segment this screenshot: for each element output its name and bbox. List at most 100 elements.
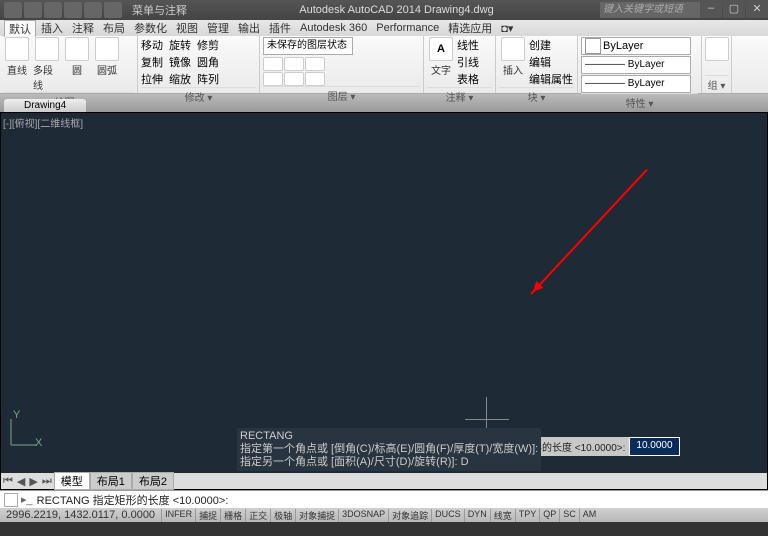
layer-tool-4[interactable] — [263, 72, 283, 86]
app-menu-button[interactable] — [4, 2, 22, 18]
prop-ltype-combo[interactable]: ———— ByLayer — [581, 75, 691, 93]
annot-linear[interactable]: 线性 — [457, 37, 479, 53]
cmdline-icon[interactable] — [4, 493, 18, 507]
tab-layout[interactable]: 布局 — [99, 20, 129, 36]
app-title: Autodesk AutoCAD 2014 Drawing4.dwg — [193, 4, 600, 16]
tab-output[interactable]: 输出 — [234, 20, 264, 36]
prop-color-combo[interactable]: ByLayer — [581, 37, 691, 55]
modify-array[interactable]: 阵列 — [197, 71, 219, 87]
modify-trim[interactable]: 修剪 — [197, 37, 219, 53]
panel-props-label: 特性 ▾ — [581, 93, 698, 110]
status-sc[interactable]: SC — [559, 509, 579, 522]
panel-block-label: 块 ▾ — [499, 87, 574, 104]
tab-view[interactable]: 视图 — [172, 20, 202, 36]
draw-line-button[interactable]: 直线 — [3, 37, 31, 77]
status-otrack[interactable]: 对象追踪 — [388, 509, 431, 522]
prop-lweight-combo[interactable]: ———— ByLayer — [581, 56, 691, 74]
layout-tabs: ⏮ ◀ ▶ ⏭ 模型 布局1 布局2 — [1, 473, 767, 489]
command-line[interactable]: ▸_ RECTANG 指定矩形的长度 <10.0000>: — [0, 490, 768, 508]
annot-leader[interactable]: 引线 — [457, 54, 479, 70]
qat-extra-label: 菜单与注释 — [126, 2, 193, 18]
status-3dosnap[interactable]: 3DOSNAP — [338, 509, 388, 522]
viewport-label[interactable]: [-][俯视][二维线框] — [3, 115, 83, 130]
layer-tool-3[interactable] — [305, 57, 325, 71]
help-search-input[interactable]: 键入关键字或短语 — [600, 2, 700, 18]
status-qp[interactable]: QP — [539, 509, 559, 522]
tab-plugins[interactable]: 插件 — [265, 20, 295, 36]
draw-circle-button[interactable]: 圆 — [63, 37, 91, 77]
layer-tools — [263, 57, 325, 86]
annot-table[interactable]: 表格 — [457, 71, 479, 87]
panel-annot-label: 注释 ▾ — [427, 87, 492, 104]
block-insert-button[interactable]: 插入 — [499, 37, 527, 77]
layer-state-combo[interactable]: 未保存的图层状态 — [263, 37, 353, 55]
minimize-button[interactable]: – — [700, 2, 722, 18]
tab-a360[interactable]: Autodesk 360 — [296, 22, 371, 34]
tab-default[interactable]: 默认 — [4, 20, 36, 37]
layout-nav-first[interactable]: ⏮ — [1, 475, 15, 488]
modify-move[interactable]: 移动 — [141, 37, 163, 53]
annot-text-button[interactable]: A文字 — [427, 37, 455, 77]
layer-tool-1[interactable] — [263, 57, 283, 71]
modify-stretch[interactable]: 拉伸 — [141, 71, 163, 87]
layout-nav-next[interactable]: ▶ — [27, 475, 39, 488]
command-line-text: RECTANG 指定矩形的长度 <10.0000>: — [37, 492, 229, 508]
drawing-canvas[interactable]: [-][俯视][二维线框] 指定矩形的长度 <10.0000>: 10.0000… — [0, 112, 768, 490]
layout-nav-prev[interactable]: ◀ — [15, 475, 27, 488]
qat-redo[interactable] — [104, 2, 122, 18]
status-infer[interactable]: INFER — [161, 509, 195, 522]
panel-group-label: 组 ▾ — [705, 75, 728, 92]
status-dyn[interactable]: DYN — [464, 509, 490, 522]
modify-rotate[interactable]: 旋转 — [169, 37, 191, 53]
block-create[interactable]: 创建 — [529, 37, 573, 53]
block-edit[interactable]: 编辑 — [529, 54, 573, 70]
group-button[interactable] — [705, 37, 729, 61]
maximize-button[interactable]: ▢ — [723, 2, 745, 18]
panel-modify-label: 修改 ▾ — [141, 87, 256, 104]
dynamic-input-value[interactable]: 10.0000 — [629, 437, 679, 456]
cmdline-prompt-icon: ▸_ — [21, 493, 33, 506]
layer-tool-6[interactable] — [305, 72, 325, 86]
status-ducs[interactable]: DUCS — [431, 509, 464, 522]
tab-insert[interactable]: 插入 — [37, 20, 67, 36]
modify-mirror[interactable]: 镜像 — [169, 54, 191, 70]
layout-model[interactable]: 模型 — [54, 472, 90, 490]
ribbon: 直线 多段线 圆 圆弧 绘图 ▾ 移动旋转修剪 复制镜像圆角 拉伸缩放阵列 修改… — [0, 36, 768, 94]
panel-layers-label: 图层 ▾ — [263, 86, 420, 103]
qat-open[interactable] — [44, 2, 62, 18]
close-button[interactable]: ✕ — [746, 2, 768, 18]
modify-scale[interactable]: 缩放 — [169, 71, 191, 87]
file-tab-drawing4[interactable]: Drawing4 — [4, 99, 86, 112]
modify-fillet[interactable]: 圆角 — [197, 54, 219, 70]
qat-save[interactable] — [64, 2, 82, 18]
draw-polyline-button[interactable]: 多段线 — [33, 37, 61, 92]
status-polar[interactable]: 极轴 — [270, 509, 295, 522]
tab-manage[interactable]: 管理 — [203, 20, 233, 36]
qat-new[interactable] — [24, 2, 42, 18]
modify-copy[interactable]: 复制 — [141, 54, 163, 70]
tab-performance[interactable]: Performance — [372, 22, 443, 34]
layout-1[interactable]: 布局1 — [90, 472, 132, 490]
status-snap[interactable]: 捕捉 — [195, 509, 220, 522]
layout-nav-last[interactable]: ⏭ — [40, 475, 54, 488]
annotation-arrow — [530, 169, 647, 295]
status-tpy[interactable]: TPY — [515, 509, 540, 522]
layout-2[interactable]: 布局2 — [132, 472, 174, 490]
ribbon-tabs: 默认 插入 注释 布局 参数化 视图 管理 输出 插件 Autodesk 360… — [0, 20, 768, 36]
status-osnap[interactable]: 对象捕捉 — [295, 509, 338, 522]
command-history: RECTANG 指定第一个角点或 [倒角(C)/标高(E)/圆角(F)/厚度(T… — [237, 428, 541, 471]
draw-arc-button[interactable]: 圆弧 — [93, 37, 121, 77]
tab-annotate[interactable]: 注释 — [68, 20, 98, 36]
status-am[interactable]: AM — [579, 509, 600, 522]
tab-featured[interactable]: 精选应用 — [444, 20, 496, 36]
layer-tool-5[interactable] — [284, 72, 304, 86]
crosshair-h — [465, 419, 509, 420]
layer-tool-2[interactable] — [284, 57, 304, 71]
qat-undo[interactable] — [84, 2, 102, 18]
status-grid[interactable]: 栅格 — [220, 509, 245, 522]
status-ortho[interactable]: 正交 — [245, 509, 270, 522]
tab-parametric[interactable]: 参数化 — [130, 20, 171, 36]
status-lwt[interactable]: 线宽 — [490, 509, 515, 522]
block-editattr[interactable]: 编辑属性 — [529, 71, 573, 87]
tab-expand-icon[interactable]: ◘▾ — [497, 22, 517, 35]
